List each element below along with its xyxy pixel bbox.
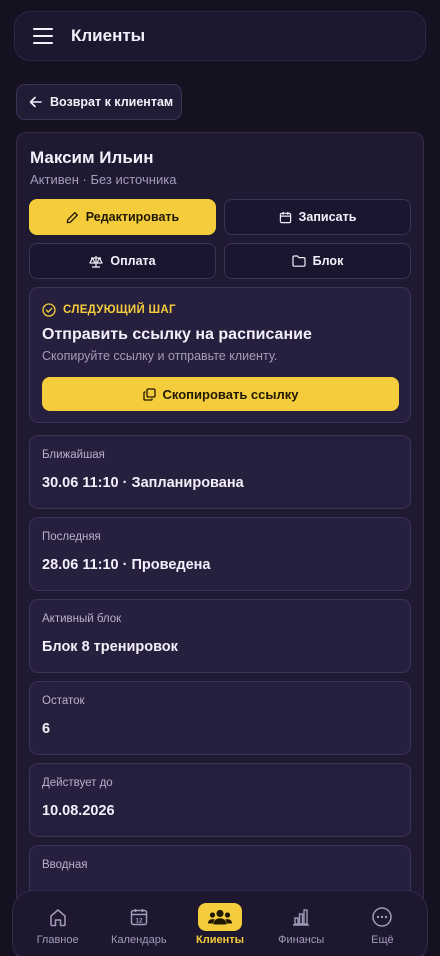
info-label: Остаток bbox=[42, 695, 85, 707]
nav-label: Клиенты bbox=[196, 934, 245, 946]
top-header: Клиенты bbox=[14, 11, 426, 61]
clients-icon bbox=[198, 903, 242, 931]
info-label: Действует до bbox=[42, 777, 113, 789]
nav-label: Главное bbox=[36, 934, 79, 946]
chart-icon bbox=[279, 903, 323, 931]
nav-label: Ещё bbox=[371, 934, 394, 946]
nav-more[interactable]: Ещё bbox=[342, 891, 423, 956]
info-value: Блок 8 тренировок bbox=[42, 639, 178, 655]
scales-icon bbox=[89, 255, 103, 268]
nav-finance[interactable]: Финансы bbox=[261, 891, 342, 956]
next-step-description: Скопируйте ссылку и отправьте клиенту. bbox=[42, 349, 278, 363]
next-step-title: Отправить ссылку на расписание bbox=[42, 326, 312, 343]
check-circle-icon bbox=[42, 303, 56, 317]
info-label: Ближайшая bbox=[42, 449, 105, 461]
block-label: Блок bbox=[312, 254, 344, 268]
info-valid-until: Действует до 10.08.2026 bbox=[29, 763, 411, 837]
arrow-left-icon bbox=[29, 96, 42, 108]
next-step-heading: СЛЕДУЮЩИЙ ШАГ bbox=[42, 303, 176, 317]
info-value: 30.06 11:10 · Запланирована bbox=[42, 475, 244, 491]
next-step-label: СЛЕДУЮЩИЙ ШАГ bbox=[63, 304, 176, 316]
bottom-navigation: Главное 12 Календарь Клиенты Финансы Ещё bbox=[12, 890, 428, 956]
client-card: Максим Ильин Активен · Без источника Ред… bbox=[16, 132, 424, 956]
calendar-icon: 12 bbox=[117, 903, 161, 931]
book-label: Записать bbox=[298, 210, 357, 224]
client-details-page: Клиенты Возврат к клиентам Максим Ильин … bbox=[0, 0, 440, 956]
info-nearest: Ближайшая 30.06 11:10 · Запланирована bbox=[29, 435, 411, 509]
info-value: 10.08.2026 bbox=[42, 803, 115, 819]
copy-link-button[interactable]: Скопировать ссылку bbox=[42, 377, 399, 411]
info-label: Последняя bbox=[42, 531, 101, 543]
info-label: Вводная bbox=[42, 859, 88, 871]
payment-button[interactable]: Оплата bbox=[29, 243, 216, 279]
nav-clients[interactable]: Клиенты bbox=[179, 891, 260, 956]
more-icon bbox=[360, 903, 404, 931]
info-label: Активный блок bbox=[42, 613, 122, 625]
pencil-icon bbox=[66, 211, 78, 223]
nav-label: Календарь bbox=[111, 934, 167, 946]
nav-home[interactable]: Главное bbox=[17, 891, 98, 956]
info-value: 28.06 11:10 · Проведена bbox=[42, 557, 211, 573]
calendar-icon bbox=[279, 211, 291, 223]
book-button[interactable]: Записать bbox=[224, 199, 411, 235]
edit-button[interactable]: Редактировать bbox=[29, 199, 216, 235]
calendar-day-number: 12 bbox=[135, 918, 143, 925]
info-active-block: Активный блок Блок 8 тренировок bbox=[29, 599, 411, 673]
copy-icon bbox=[142, 387, 156, 401]
info-value: 6 bbox=[42, 721, 51, 737]
block-button[interactable]: Блок bbox=[224, 243, 411, 279]
page-title: Клиенты bbox=[71, 26, 146, 45]
payment-label: Оплата bbox=[110, 254, 156, 268]
client-name: Максим Ильин bbox=[30, 148, 154, 167]
home-icon bbox=[36, 903, 80, 931]
back-label: Возврат к клиентам bbox=[50, 95, 174, 109]
edit-label: Редактировать bbox=[85, 210, 180, 224]
nav-calendar[interactable]: 12 Календарь bbox=[98, 891, 179, 956]
info-remaining: Остаток 6 bbox=[29, 681, 411, 755]
info-last: Последняя 28.06 11:10 · Проведена bbox=[29, 517, 411, 591]
menu-icon[interactable] bbox=[33, 28, 53, 44]
next-step-panel: СЛЕДУЮЩИЙ ШАГ Отправить ссылку на распис… bbox=[29, 287, 411, 423]
copy-link-label: Скопировать ссылку bbox=[162, 386, 299, 402]
nav-label: Финансы bbox=[278, 934, 325, 946]
folder-icon bbox=[292, 255, 306, 267]
client-status: Активен · Без источника bbox=[30, 172, 177, 187]
back-to-clients-button[interactable]: Возврат к клиентам bbox=[16, 84, 182, 120]
